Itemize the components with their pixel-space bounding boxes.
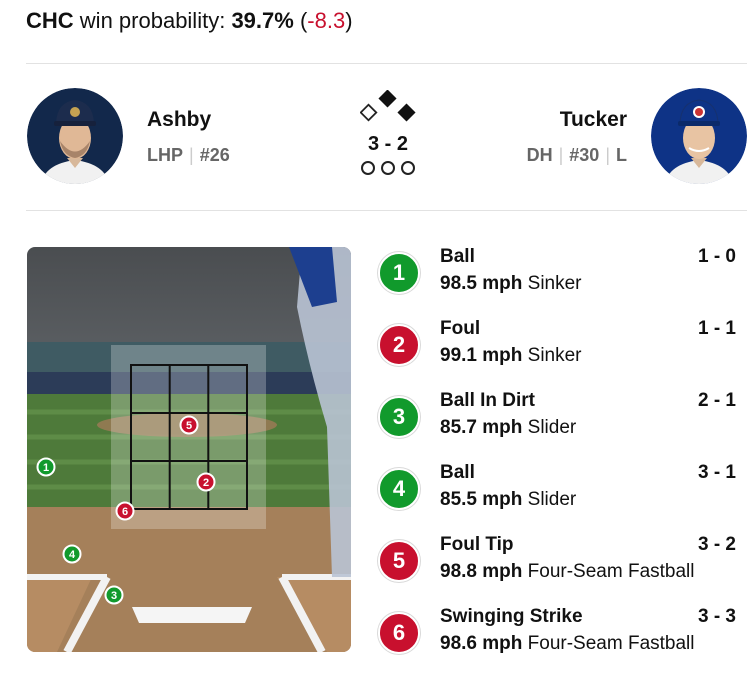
pitch-type: Sinker bbox=[527, 345, 582, 366]
pitch-type: Slider bbox=[527, 489, 577, 510]
pitch-description: 85.7 mph Slider bbox=[440, 417, 576, 439]
base-runners-diamond bbox=[360, 90, 416, 122]
pitch-description: 98.8 mph Four-Seam Fastball bbox=[440, 561, 695, 583]
pitch-type: Four-Seam Fastball bbox=[527, 561, 695, 582]
win-prob-label: win probability: bbox=[79, 8, 226, 33]
pitch-result: Ball bbox=[440, 462, 475, 483]
win-prob-team: CHC bbox=[26, 8, 74, 33]
pitch-speed: 85.5 mph bbox=[440, 489, 523, 510]
pitch-speed: 98.6 mph bbox=[440, 633, 523, 654]
pitch-location-field: 1 2 3 4 5 6 bbox=[27, 247, 351, 652]
pitch-marker: 5 bbox=[179, 415, 199, 435]
svg-text:2: 2 bbox=[203, 477, 209, 489]
pitch-speed: 85.7 mph bbox=[440, 417, 523, 438]
pitch-number-badge: 4 bbox=[378, 468, 420, 510]
pitcher-meta: LHP | #26 bbox=[147, 145, 230, 166]
meta-separator: | bbox=[189, 145, 194, 165]
pitcher-name[interactable]: Ashby bbox=[147, 108, 211, 132]
pitch-speed: 99.1 mph bbox=[440, 345, 523, 366]
pitch-result: Ball In Dirt bbox=[440, 390, 536, 411]
out-marker bbox=[401, 161, 415, 175]
pitch-count: 3 - 2 bbox=[697, 534, 736, 555]
divider bbox=[26, 210, 747, 211]
pitch-count: 1 - 0 bbox=[697, 246, 736, 267]
pitcher-avatar bbox=[27, 88, 123, 184]
batter-avatar bbox=[651, 88, 747, 184]
out-marker bbox=[381, 161, 395, 175]
win-prob-delta: -8.3 bbox=[307, 8, 346, 33]
batter-bats: L bbox=[616, 145, 627, 165]
svg-text:6: 6 bbox=[122, 506, 128, 518]
pitch-description: 85.5 mph Slider bbox=[440, 489, 576, 511]
meta-separator: | bbox=[558, 145, 564, 165]
pitch-type: Four-Seam Fastball bbox=[527, 633, 695, 654]
out-marker bbox=[361, 161, 375, 175]
pitch-count: 3 - 1 bbox=[697, 462, 736, 483]
pitch-result: Ball bbox=[440, 246, 475, 267]
win-probability: CHC win probability: 39.7% (-8.3) bbox=[26, 8, 353, 34]
pitch-marker: 1 bbox=[36, 457, 56, 477]
pitch-count: 1 - 1 bbox=[697, 318, 736, 339]
win-prob-delta-close: ) bbox=[345, 8, 353, 33]
pitcher-number: #26 bbox=[199, 145, 230, 165]
divider bbox=[26, 63, 747, 64]
pitch-list-item[interactable]: 2 Foul 1 - 1 99.1 mph Sinker bbox=[378, 318, 744, 386]
svg-text:4: 4 bbox=[69, 549, 76, 561]
pitch-marker: 2 bbox=[196, 472, 216, 492]
outs-indicator bbox=[361, 161, 415, 177]
pitch-count: 2 - 1 bbox=[697, 390, 736, 411]
pitch-list-item[interactable]: 6 Swinging Strike 3 - 3 98.6 mph Four-Se… bbox=[378, 606, 744, 674]
pitch-count: 3 - 3 bbox=[697, 606, 736, 627]
second-base bbox=[378, 90, 397, 108]
ball-strike-count: 3 - 2 bbox=[367, 133, 409, 155]
pitch-result: Foul bbox=[440, 318, 481, 339]
pitch-number-badge: 1 bbox=[378, 252, 420, 294]
batter-meta: DH | #30 | L bbox=[527, 145, 627, 166]
pitch-marker: 4 bbox=[62, 544, 82, 564]
pitch-speed: 98.8 mph bbox=[440, 561, 523, 582]
svg-text:5: 5 bbox=[186, 420, 192, 432]
pitch-marker: 3 bbox=[104, 585, 124, 605]
pitch-speed: 98.5 mph bbox=[440, 273, 523, 294]
batter-number: #30 bbox=[569, 145, 600, 165]
pitch-number-badge: 2 bbox=[378, 324, 420, 366]
pitcher-position: LHP bbox=[147, 145, 183, 165]
pitch-list-item[interactable]: 4 Ball 3 - 1 85.5 mph Slider bbox=[378, 462, 744, 530]
svg-text:3: 3 bbox=[111, 590, 117, 602]
pitch-marker: 6 bbox=[115, 501, 135, 521]
pitch-type: Slider bbox=[527, 417, 577, 438]
win-prob-value: 39.7% bbox=[231, 8, 294, 33]
pitch-number-badge: 6 bbox=[378, 612, 420, 654]
pitch-number-badge: 3 bbox=[378, 396, 420, 438]
pitch-result: Swinging Strike bbox=[440, 606, 583, 627]
first-base bbox=[397, 103, 416, 122]
batter-position: DH bbox=[526, 145, 553, 165]
meta-separator: | bbox=[605, 145, 610, 165]
pitch-description: 99.1 mph Sinker bbox=[440, 345, 582, 367]
pitch-result: Foul Tip bbox=[440, 534, 514, 555]
home-plate bbox=[132, 607, 252, 623]
pitch-list-item[interactable]: 5 Foul Tip 3 - 2 98.8 mph Four-Seam Fast… bbox=[378, 534, 744, 602]
pitch-type: Sinker bbox=[527, 273, 582, 294]
third-base bbox=[360, 103, 378, 122]
svg-text:1: 1 bbox=[43, 462, 49, 474]
pitch-list-item[interactable]: 3 Ball In Dirt 2 - 1 85.7 mph Slider bbox=[378, 390, 744, 458]
pitch-number-badge: 5 bbox=[378, 540, 420, 582]
batter-name[interactable]: Tucker bbox=[560, 108, 627, 132]
pitch-list-item[interactable]: 1 Ball 1 - 0 98.5 mph Sinker bbox=[378, 246, 744, 314]
pitch-description: 98.5 mph Sinker bbox=[440, 273, 582, 295]
strike-zone-backdrop bbox=[111, 345, 266, 529]
pitch-description: 98.6 mph Four-Seam Fastball bbox=[440, 633, 695, 655]
